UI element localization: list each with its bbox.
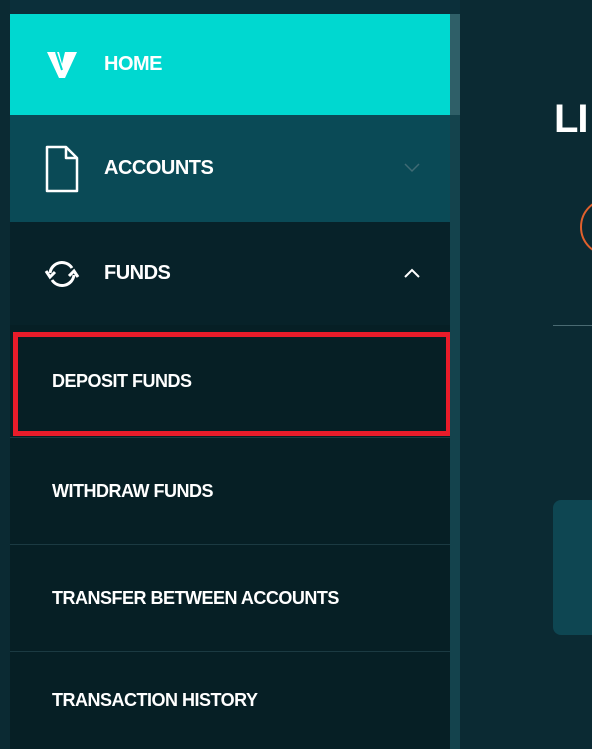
submenu-item-label: TRANSACTION HISTORY <box>52 690 258 710</box>
submenu-item-label: WITHDRAW FUNDS <box>52 480 213 501</box>
submenu-item-deposit-funds[interactable]: DEPOSIT FUNDS <box>10 325 450 437</box>
sidebar-item-funds[interactable]: FUNDS <box>10 222 450 325</box>
submenu-item-label: DEPOSIT FUNDS <box>52 370 192 391</box>
window-left-edge <box>0 0 10 749</box>
document-icon <box>32 144 92 194</box>
chevron-up-icon[interactable] <box>404 265 420 283</box>
page-title: LI <box>554 97 589 141</box>
sidebar-scrollbar-thumb[interactable] <box>450 14 460 115</box>
brand-v-logo-icon <box>32 50 92 80</box>
divider <box>553 325 592 326</box>
chevron-down-icon[interactable] <box>404 160 420 178</box>
sidebar-item-label: HOME <box>104 53 163 75</box>
info-card[interactable] <box>553 500 592 635</box>
main-content: LI <box>460 0 592 749</box>
sidebar-item-label: ACCOUNTS <box>104 157 214 179</box>
app-window: HOME ACCOUNTS FUNDS DEPOSIT FUNDS WITHDR… <box>0 0 592 749</box>
submenu-item-transaction-history[interactable]: TRANSACTION HISTORY <box>10 652 450 749</box>
avatar-ring[interactable] <box>580 198 592 256</box>
submenu-item-withdraw-funds[interactable]: WITHDRAW FUNDS <box>10 438 450 544</box>
sidebar-top-border <box>0 0 460 14</box>
sidebar-item-accounts[interactable]: ACCOUNTS <box>10 115 450 222</box>
refresh-arrows-icon <box>32 259 92 289</box>
sidebar-item-home[interactable]: HOME <box>10 14 450 115</box>
submenu-item-label: TRANSFER BETWEEN ACCOUNTS <box>52 587 339 608</box>
sidebar: HOME ACCOUNTS FUNDS DEPOSIT FUNDS WITHDR… <box>0 0 460 749</box>
sidebar-scrollbar-track[interactable] <box>450 14 460 749</box>
submenu-item-transfer-between-accounts[interactable]: TRANSFER BETWEEN ACCOUNTS <box>10 545 450 651</box>
sidebar-item-label: FUNDS <box>104 262 171 284</box>
